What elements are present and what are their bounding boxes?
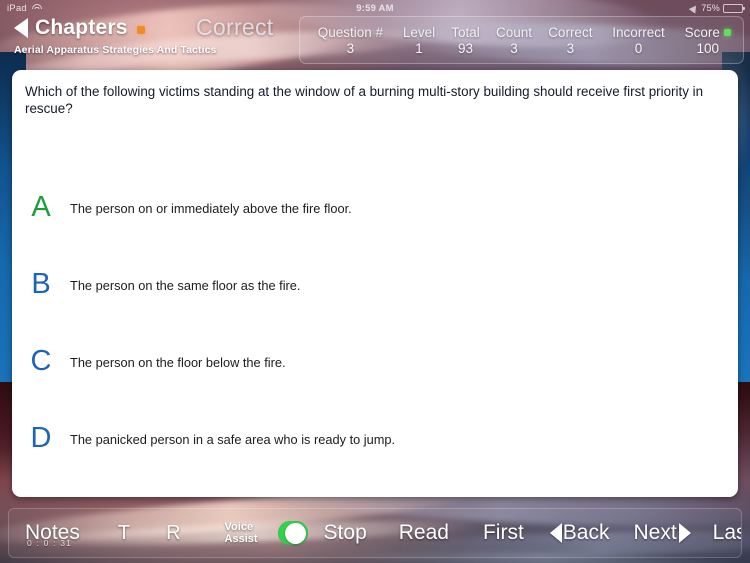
answer-option-d[interactable]: D The panicked person in a safe area who… (12, 423, 738, 453)
bottom-toolbar: Notes 0 : 0 : 31 T R Voice Assist Stop R… (8, 508, 742, 558)
tally-button[interactable]: T (118, 522, 130, 545)
answer-text-a: The person on or immediately above the f… (70, 201, 352, 216)
toggle-knob (285, 522, 307, 544)
read-button[interactable]: Read (399, 521, 449, 545)
next-button[interactable]: Next (633, 521, 691, 545)
answer-text-b: The person on the same floor as the fire… (70, 278, 301, 293)
back-button-label: Back (562, 521, 610, 544)
question-card: Which of the following victims standing … (12, 70, 738, 497)
stat-label: Score (684, 24, 720, 40)
answer-option-b[interactable]: B The person on the same floor as the fi… (12, 269, 738, 299)
caret-right-icon (678, 523, 691, 543)
stat-value: 0 (634, 40, 643, 56)
stat-incorrect[interactable]: Incorrect 0 (601, 20, 677, 60)
stop-button[interactable]: Stop (324, 521, 367, 545)
status-bar-clock: 9:59 AM (356, 2, 394, 14)
stat-score-header: Score (685, 25, 731, 40)
app-header: Chapters Aerial Apparatus Strategies And… (0, 14, 750, 68)
stat-value: 3 (510, 40, 518, 56)
orange-status-dot-icon (136, 26, 145, 34)
answer-letter-a: A (31, 191, 51, 223)
stat-label: Question # (317, 24, 384, 40)
back-caret-icon (14, 18, 28, 38)
stat-label: Incorrect (612, 24, 665, 40)
chapters-back-label: Chapters (35, 16, 128, 39)
course-subtitle: Aerial Apparatus Strategies And Tactics (14, 44, 217, 56)
voice-assist-toggle[interactable] (277, 521, 308, 545)
stats-panel: Question # 3 Level 1 Total 93 Count 3 Co… (299, 16, 744, 64)
stat-label: Correct (548, 24, 593, 40)
stat-value: 93 (458, 40, 474, 56)
stat-total[interactable]: Total 93 (443, 20, 488, 60)
question-text: Which of the following victims standing … (25, 84, 704, 116)
voice-assist-label: Voice Assist (224, 521, 258, 545)
stat-label: Level (402, 24, 436, 40)
stat-correct[interactable]: Correct 3 (540, 20, 600, 60)
answer-letter-c: C (30, 345, 52, 377)
notes-button[interactable]: Notes 0 : 0 : 31 (25, 521, 80, 548)
battery-icon (723, 3, 745, 13)
first-button[interactable]: First (483, 521, 524, 545)
green-status-dot-icon (723, 28, 731, 36)
stat-label: Count (495, 24, 533, 40)
voice-assist-control[interactable]: Voice Assist (225, 521, 308, 545)
review-button[interactable]: R (166, 522, 180, 545)
answer-text-c: The person on the floor below the fire. (70, 355, 286, 370)
answer-letter-b: B (31, 268, 51, 300)
last-button[interactable]: Last (713, 521, 741, 545)
answer-verdict-label: Correct (196, 14, 274, 40)
answer-option-c[interactable]: C The person on the floor below the fire… (12, 346, 738, 376)
stat-value: 3 (566, 40, 575, 56)
next-button-label: Next (633, 521, 677, 544)
stat-question-number[interactable]: Question # 3 (306, 20, 395, 60)
status-bar: iPad 9:59 AM 75% (0, 0, 750, 16)
stat-score[interactable]: Score 100 (677, 20, 739, 60)
stat-count[interactable]: Count 3 (488, 20, 540, 60)
back-button[interactable]: Back (549, 521, 610, 545)
caret-left-icon (549, 523, 562, 543)
answer-letter-d: D (30, 422, 52, 454)
chapters-back-button[interactable]: Chapters (14, 16, 145, 40)
stat-value: 1 (415, 40, 423, 56)
answer-option-a[interactable]: A The person on or immediately above the… (12, 192, 738, 222)
stat-value: 3 (346, 40, 355, 56)
answer-text-d: The panicked person in a safe area who i… (70, 432, 396, 447)
stat-level[interactable]: Level 1 (395, 20, 443, 60)
session-timer: 0 : 0 : 31 (27, 538, 73, 548)
stat-label: Total (451, 24, 480, 40)
stat-value: 100 (696, 40, 720, 56)
